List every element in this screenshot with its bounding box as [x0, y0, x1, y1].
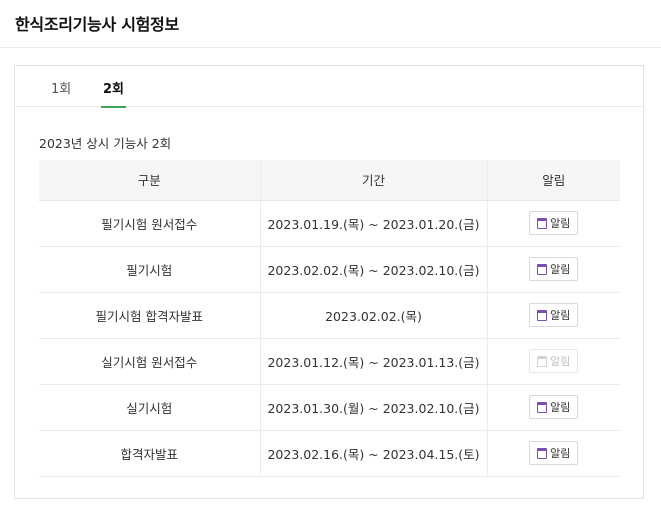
header-category: 구분	[39, 160, 260, 201]
row-category: 필기시험	[39, 246, 260, 293]
alarm-button[interactable]: 알림	[529, 441, 579, 465]
alarm-label: 알림	[550, 401, 571, 414]
row-period: 2023.02.02.(목) ~ 2023.02.10.(금)	[259, 246, 487, 293]
row-period: 2023.01.19.(목) ~ 2023.01.20.(금)	[259, 200, 487, 247]
alarm-button[interactable]: 알림	[529, 303, 579, 327]
alarm-button-disabled: 알림	[529, 349, 579, 373]
alarm-label: 알림	[550, 355, 571, 368]
alarm-button[interactable]: 알림	[529, 211, 579, 235]
alarm-label: 알림	[550, 263, 571, 276]
alarm-label: 알림	[550, 447, 571, 460]
row-category: 필기시험 합격자발표	[39, 292, 260, 339]
row-period: 2023.02.02.(목)	[259, 292, 487, 339]
table-header-row: 구분 기간 알림	[39, 160, 620, 201]
round-tabs: 1회 2회	[15, 66, 643, 108]
row-period: 2023.02.16.(목) ~ 2023.04.15.(토)	[259, 430, 487, 477]
row-category: 실기시험	[39, 384, 260, 431]
alarm-label: 알림	[550, 217, 571, 230]
row-period: 2023.01.30.(월) ~ 2023.02.10.(금)	[259, 384, 487, 431]
title-divider	[0, 47, 661, 48]
header-alarm: 알림	[486, 160, 620, 201]
table-row: 실기시험 원서접수 2023.01.12.(목) ~ 2023.01.13.(금…	[39, 338, 620, 385]
tab-round-2[interactable]: 2회	[100, 78, 127, 108]
calendar-icon	[537, 309, 548, 321]
alarm-button[interactable]: 알림	[529, 257, 579, 281]
table-row: 합격자발표 2023.02.16.(목) ~ 2023.04.15.(토) 알림	[39, 430, 620, 477]
table-row: 필기시험 합격자발표 2023.02.02.(목) 알림	[39, 292, 620, 339]
row-category: 실기시험 원서접수	[39, 338, 260, 385]
calendar-icon	[537, 447, 548, 459]
schedule-table: 구분 기간 알림 필기시험 원서접수 2023.01.19.(목) ~ 2023…	[39, 160, 620, 477]
calendar-icon	[537, 263, 548, 275]
header-period: 기간	[259, 160, 487, 201]
alarm-button[interactable]: 알림	[529, 395, 579, 419]
table-row: 실기시험 2023.01.30.(월) ~ 2023.02.10.(금) 알림	[39, 384, 620, 431]
calendar-icon	[537, 401, 548, 413]
row-category: 필기시험 원서접수	[39, 200, 260, 247]
calendar-icon	[537, 355, 548, 367]
alarm-label: 알림	[550, 309, 571, 322]
table-row: 필기시험 2023.02.02.(목) ~ 2023.02.10.(금) 알림	[39, 246, 620, 293]
calendar-icon	[537, 217, 548, 229]
page-title: 한식조리기능사 시험정보	[15, 15, 179, 34]
section-title: 2023년 상시 기능사 2회	[39, 136, 172, 151]
exam-info-card: 1회 2회 2023년 상시 기능사 2회 구분 기간 알림 필기시험 원서접수…	[14, 65, 644, 499]
tab-round-1[interactable]: 1회	[51, 78, 71, 107]
table-row: 필기시험 원서접수 2023.01.19.(목) ~ 2023.01.20.(금…	[39, 200, 620, 247]
row-period: 2023.01.12.(목) ~ 2023.01.13.(금)	[259, 338, 487, 385]
row-category: 합격자발표	[39, 430, 260, 477]
